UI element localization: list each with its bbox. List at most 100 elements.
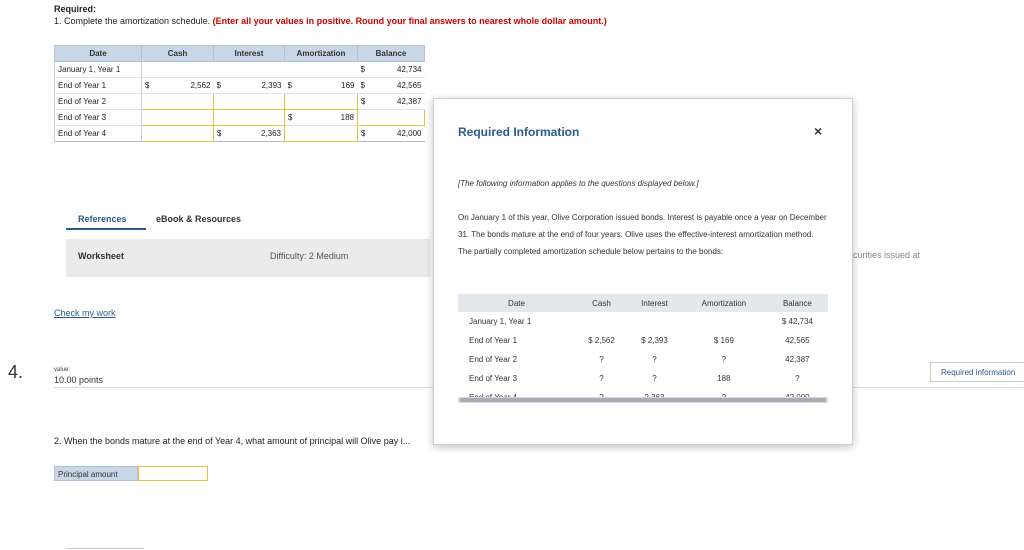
balance-cell[interactable]: $42,565: [357, 77, 425, 94]
cash-cell[interactable]: $2,562: [141, 77, 214, 94]
amortization-value: [681, 312, 767, 331]
question-number: 4.: [8, 362, 24, 382]
balance-cell[interactable]: $42,000: [357, 125, 425, 142]
dollar-sign: $: [288, 113, 293, 122]
truncated-text: ecurities issued at: [848, 250, 921, 260]
col-header-interest: Interest: [213, 45, 285, 62]
col-header-amortization: Amortization: [284, 45, 358, 62]
row-date: End of Year 3: [469, 374, 518, 383]
balance-value: 42,734: [397, 65, 422, 74]
cash-value: $ 2,562: [588, 336, 615, 345]
balance-cell: $42,734: [357, 61, 425, 78]
amortization-input[interactable]: [284, 93, 358, 110]
dollar-sign: $: [360, 65, 365, 74]
balance-value: ?: [795, 374, 800, 383]
interest-input[interactable]: [213, 93, 285, 110]
table-row: End of Year 3 ? ? 188 ?: [458, 369, 828, 388]
instruction-warning: (Enter all your values in positive. Roun…: [212, 16, 607, 26]
interest-value: ?: [652, 374, 657, 383]
amortization-cell[interactable]: $169: [284, 77, 358, 94]
info-schedule-table: Date Cash Interest Amortization Balance …: [458, 294, 828, 407]
cash-value: 2,562: [190, 81, 211, 90]
row-date: End of Year 2: [54, 93, 142, 110]
points-value: 10.00 points: [54, 375, 104, 385]
modal-note: [The following information applies to th…: [458, 179, 699, 188]
row-date: End of Year 1: [54, 77, 142, 94]
balance-value: 42,387: [397, 97, 422, 106]
balance-value: 42,565: [397, 81, 422, 90]
amortization-cell[interactable]: $188: [284, 109, 358, 126]
dollar-sign: $: [145, 81, 150, 90]
table-row: End of Year 2 $42,387: [54, 93, 425, 110]
amortization-cell: [284, 61, 358, 78]
divider: [66, 548, 144, 549]
cash-value: [575, 312, 628, 331]
dollar-sign: $: [361, 97, 366, 106]
required-information-button[interactable]: Required information: [930, 362, 1024, 382]
interest-value: [628, 312, 681, 331]
table-row: End of Year 1 $2,562 $2,393 $169 $42,565: [54, 77, 425, 94]
principal-amount-input[interactable]: [138, 466, 208, 481]
tab-ebook-resources[interactable]: eBook & Resources: [156, 214, 241, 224]
interest-input[interactable]: [213, 109, 285, 126]
dollar-sign: $: [360, 81, 365, 90]
amortization-value: 188: [717, 374, 731, 383]
interest-cell[interactable]: $2,363: [213, 125, 285, 142]
interest-cell[interactable]: $2,393: [213, 77, 285, 94]
balance-cell[interactable]: $42,387: [357, 93, 425, 110]
col-header-balance: Balance: [357, 45, 425, 62]
check-my-work-link[interactable]: Check my work: [54, 308, 116, 318]
worksheet-label: Worksheet: [78, 251, 124, 261]
close-icon[interactable]: ×: [814, 123, 822, 139]
cash-input[interactable]: [141, 109, 214, 126]
modal-paragraph: On January 1 of this year, Olive Corpora…: [458, 213, 827, 256]
instruction-text: 1. Complete the amortization schedule.: [54, 16, 211, 26]
table-row: January 1, Year 1 $42,734: [54, 61, 425, 78]
amortization-value: 169: [341, 81, 355, 90]
amortization-value: 188: [340, 113, 354, 122]
cash-value: ?: [599, 355, 604, 364]
modal-title: Required Information: [458, 125, 580, 139]
difficulty-label: Difficulty: 2 Medium: [270, 251, 349, 261]
amortization-schedule-table: Date Cash Interest Amortization Balance …: [54, 45, 425, 142]
principal-amount-label: Principal amount: [54, 466, 138, 481]
amortization-value: $ 169: [713, 336, 734, 345]
dollar-sign: $: [287, 81, 292, 90]
tab-references[interactable]: References: [78, 214, 127, 224]
required-information-modal: Required Information × [The following in…: [433, 98, 853, 445]
row-date: End of Year 2: [469, 355, 518, 364]
value-label: value:: [54, 367, 71, 373]
balance-input[interactable]: [357, 109, 425, 126]
row-date: End of Year 4: [54, 125, 142, 142]
balance-value: 42,565: [785, 336, 810, 345]
row-date: End of Year 3: [54, 109, 142, 126]
col-header-balance: Balance: [766, 294, 828, 312]
amortization-value: ?: [721, 355, 727, 364]
cash-input[interactable]: [141, 125, 214, 142]
table-row: January 1, Year 1 $ 42,734: [458, 312, 828, 331]
amortization-input[interactable]: [284, 125, 358, 142]
table-row: End of Year 4 $2,363 $42,000: [54, 125, 425, 142]
col-header-date: Date: [54, 45, 142, 62]
row-date: January 1, Year 1: [469, 317, 532, 326]
interest-cell: [213, 61, 285, 78]
instruction-line: 1. Complete the amortization schedule. (…: [54, 16, 607, 26]
question-2-text: 2. When the bonds mature at the end of Y…: [54, 436, 411, 446]
col-header-cash: Cash: [575, 294, 628, 312]
row-date: January 1, Year 1: [54, 61, 142, 78]
interest-value: $ 2,393: [641, 336, 668, 345]
table-row: End of Year 1 $ 2,562 $ 2,393 $ 169 42,5…: [458, 331, 828, 350]
dollar-sign: $: [216, 81, 221, 90]
cash-value: ?: [599, 374, 604, 383]
required-heading: Required:: [54, 4, 97, 14]
col-header-interest: Interest: [628, 294, 681, 312]
interest-value: 2,393: [261, 81, 282, 90]
table-row: End of Year 2 ? ? ? 42,387: [458, 350, 828, 369]
dollar-sign: $: [217, 129, 222, 138]
balance-value: 42,000: [397, 129, 422, 138]
col-header-date: Date: [458, 294, 575, 312]
interest-value: ?: [652, 355, 657, 364]
dollar-sign: $: [361, 129, 366, 138]
scrollbar-thumb[interactable]: [460, 398, 826, 402]
cash-input[interactable]: [141, 93, 214, 110]
